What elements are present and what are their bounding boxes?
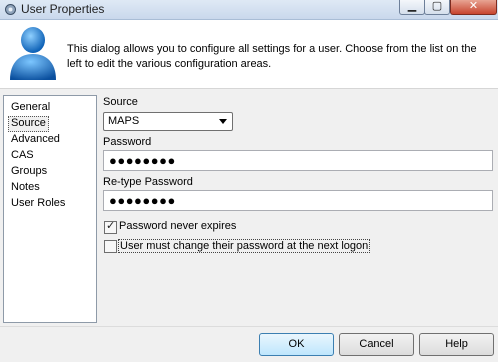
chevron-down-icon <box>219 119 227 124</box>
dialog-header: This dialog allows you to configure all … <box>0 20 498 89</box>
maximize-icon: ▢ <box>431 0 443 12</box>
nav-item-general[interactable]: General <box>9 100 52 114</box>
title-bar: User Properties ▁ ▢ ✕ <box>0 0 498 20</box>
window-title: User Properties <box>21 2 105 16</box>
source-select[interactable]: MAPS <box>103 112 233 131</box>
retype-password-field[interactable]: ●●●●●●●● <box>103 190 493 211</box>
nav-item-notes[interactable]: Notes <box>9 180 42 194</box>
cancel-button[interactable]: Cancel <box>339 333 414 356</box>
maximize-button[interactable]: ▢ <box>424 0 450 15</box>
must-change-checkbox[interactable] <box>104 240 117 253</box>
ok-button[interactable]: OK <box>259 333 334 356</box>
must-change-label[interactable]: User must change their password at the n… <box>118 239 371 253</box>
minimize-button[interactable]: ▁ <box>399 0 425 15</box>
checkmark-icon: ✓ <box>106 220 116 232</box>
nav-item-groups[interactable]: Groups <box>9 164 49 178</box>
nav-item-user-roles[interactable]: User Roles <box>9 196 67 210</box>
close-icon: ✕ <box>468 0 479 12</box>
retype-password-label: Re-type Password <box>103 176 193 188</box>
nav-item-cas[interactable]: CAS <box>9 148 36 162</box>
retype-password-value: ●●●●●●●● <box>109 193 176 208</box>
minimize-icon: ▁ <box>407 0 417 12</box>
nav-item-source[interactable]: Source <box>8 116 49 132</box>
user-icon <box>10 27 56 80</box>
source-select-value: MAPS <box>108 115 140 127</box>
close-button[interactable]: ✕ <box>450 0 497 15</box>
password-value: ●●●●●●●● <box>109 153 176 168</box>
help-button[interactable]: Help <box>419 333 494 356</box>
nav-item-advanced[interactable]: Advanced <box>9 132 62 146</box>
never-expires-checkbox[interactable]: ✓ <box>104 220 117 234</box>
never-expires-label[interactable]: Password never expires <box>119 220 236 232</box>
header-description: This dialog allows you to configure all … <box>67 43 477 70</box>
gear-icon <box>5 4 16 15</box>
password-label: Password <box>103 136 152 148</box>
password-field[interactable]: ●●●●●●●● <box>103 150 493 171</box>
source-label: Source <box>103 96 138 108</box>
category-list[interactable]: General Source Advanced CAS Groups Notes… <box>3 95 97 323</box>
